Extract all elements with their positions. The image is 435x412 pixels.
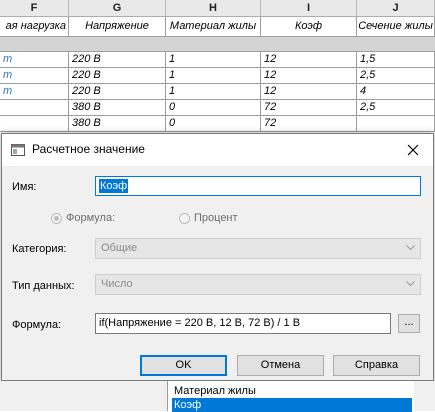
column-header-h[interactable]: H: [166, 0, 261, 16]
panel-background-left: [0, 381, 167, 411]
table-cell[interactable]: 220 В: [69, 84, 166, 99]
table-row: т 220 В 1 12 2,5: [0, 68, 435, 84]
table-cell[interactable]: 380 В: [69, 116, 166, 131]
table-cell[interactable]: 1: [166, 52, 261, 67]
name-input[interactable]: Коэф: [95, 176, 421, 196]
table-cell[interactable]: 1: [166, 84, 261, 99]
table-cell[interactable]: т: [0, 68, 69, 83]
datatype-select[interactable]: Число: [95, 274, 421, 295]
table-cell[interactable]: 2,5: [357, 68, 435, 83]
chevron-down-icon: [406, 245, 415, 251]
column-header-j[interactable]: J: [357, 0, 435, 16]
table-cell[interactable]: 0: [166, 100, 261, 115]
column-header-f[interactable]: F: [0, 0, 69, 16]
name-label: Имя:: [12, 181, 37, 193]
formula-input[interactable]: if(Напряжение = 220 В, 12 В, 72 В) / 1 В: [95, 313, 391, 334]
table-cell[interactable]: т: [0, 84, 69, 99]
field-list: Материал жилы Коэф: [167, 381, 414, 412]
percent-radio[interactable]: Процент: [179, 212, 238, 224]
table-cell[interactable]: 2,5: [357, 100, 435, 115]
radio-unselected-icon: [179, 212, 190, 224]
category-label: Категория:: [12, 243, 67, 255]
panel-background-right: [413, 381, 435, 411]
name-input-value: Коэф: [99, 179, 129, 193]
percent-radio-label: Процент: [194, 212, 238, 224]
table-cell[interactable]: 12: [261, 84, 357, 99]
table-row: 380 В 0 72: [0, 116, 435, 132]
table-cell[interactable]: [0, 100, 69, 115]
help-button[interactable]: Справка: [333, 355, 420, 376]
field-header-section[interactable]: Сечение жилы: [357, 17, 435, 36]
formula-radio-label: Формула:: [66, 212, 116, 224]
table-cell[interactable]: 12: [261, 52, 357, 67]
chevron-down-icon: [406, 281, 415, 287]
dialog-title: Расчетное значение: [32, 142, 145, 156]
datatype-select-value: Число: [101, 278, 133, 290]
table-cell[interactable]: 380 В: [69, 100, 166, 115]
ok-button[interactable]: OK: [140, 355, 227, 376]
table-cell[interactable]: 220 В: [69, 68, 166, 83]
table-row: т 220 В 1 12 4: [0, 84, 435, 100]
group-header-band: [0, 37, 435, 52]
field-header-load[interactable]: ая нагрузка: [0, 17, 69, 36]
dialog-app-icon: [11, 144, 25, 156]
field-header-voltage[interactable]: Напряжение: [69, 17, 166, 36]
list-item-selected[interactable]: Коэф: [172, 398, 412, 412]
table-cell[interactable]: т: [0, 52, 69, 67]
column-header-g[interactable]: G: [69, 0, 166, 16]
table-cell[interactable]: 4: [357, 84, 435, 99]
table-cell[interactable]: [357, 116, 435, 131]
table-cell[interactable]: 1: [166, 68, 261, 83]
table-cell[interactable]: 220 В: [69, 52, 166, 67]
field-header-coef[interactable]: Коэф: [261, 17, 357, 36]
calculated-value-dialog: Расчетное значение Имя: Коэф Формула: Пр…: [1, 133, 434, 381]
field-header-material[interactable]: Материал жилы: [166, 17, 261, 36]
close-button[interactable]: [393, 134, 433, 166]
dialog-titlebar[interactable]: Расчетное значение: [2, 134, 433, 166]
table-row: т 220 В 1 12 1,5: [0, 52, 435, 68]
radio-selected-icon: [51, 212, 62, 224]
table-cell[interactable]: 72: [261, 116, 357, 131]
formula-builder-button[interactable]: ...: [398, 314, 420, 333]
table-cell[interactable]: [0, 116, 69, 131]
formula-label: Формула:: [12, 319, 62, 331]
column-header-i[interactable]: I: [261, 0, 357, 16]
list-item[interactable]: Материал жилы: [172, 384, 412, 398]
category-select-value: Общие: [101, 242, 138, 254]
close-icon: [407, 144, 419, 156]
cancel-button[interactable]: Отмена: [237, 355, 324, 376]
field-header-row: ая нагрузка Напряжение Материал жилы Коэ…: [0, 17, 435, 37]
table-cell[interactable]: 1,5: [357, 52, 435, 67]
category-select[interactable]: Общие: [95, 238, 421, 259]
table-row: 380 В 0 72 2,5: [0, 100, 435, 116]
table-cell[interactable]: 12: [261, 68, 357, 83]
table-cell[interactable]: 0: [166, 116, 261, 131]
table-cell[interactable]: 72: [261, 100, 357, 115]
column-headers: F G H I J: [0, 0, 435, 17]
formula-radio[interactable]: Формула:: [51, 212, 115, 224]
datatype-label: Тип данных:: [12, 280, 75, 292]
